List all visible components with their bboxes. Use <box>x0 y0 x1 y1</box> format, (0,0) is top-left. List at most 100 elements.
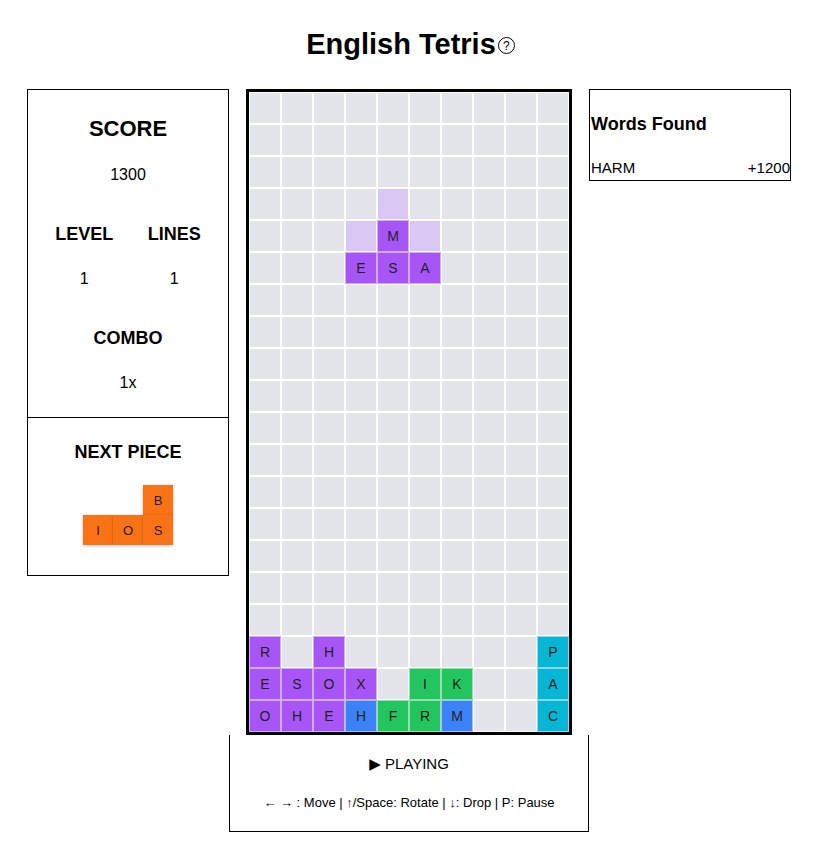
empty-cell <box>505 572 537 604</box>
game-board[interactable]: MESARHPESOXIKAOHEHFRMC <box>246 89 572 735</box>
empty-cell <box>409 476 441 508</box>
empty-cell <box>313 572 345 604</box>
empty-cell <box>505 92 537 124</box>
help-icon[interactable]: ? <box>498 37 515 54</box>
game-status[interactable]: ▶ PLAYING <box>230 755 588 773</box>
cell-letter: S <box>292 676 301 692</box>
empty-cell <box>249 572 281 604</box>
cell-letter: A <box>548 676 557 692</box>
empty-cell <box>409 156 441 188</box>
empty-cell <box>345 92 377 124</box>
empty-cell <box>441 220 473 252</box>
empty-cell <box>441 572 473 604</box>
level-stat: LEVEL 1 <box>55 224 113 288</box>
empty-cell <box>281 636 313 668</box>
empty-cell <box>249 348 281 380</box>
empty-cell <box>441 508 473 540</box>
empty-cell <box>345 156 377 188</box>
empty-cell <box>345 636 377 668</box>
empty-cell <box>505 508 537 540</box>
block-cell: S <box>377 252 409 284</box>
block-cell: X <box>345 668 377 700</box>
empty-cell <box>441 316 473 348</box>
cell-letter: A <box>420 260 429 276</box>
block-cell: P <box>537 636 569 668</box>
empty-cell <box>505 284 537 316</box>
board-column: MESARHPESOXIKAOHEHFRMC▶ PLAYING← → : Mov… <box>229 89 589 832</box>
empty-cell <box>473 636 505 668</box>
cell-letter: H <box>356 708 366 724</box>
empty-cell <box>537 348 569 380</box>
empty-cell <box>345 476 377 508</box>
combo-value: 1x <box>28 374 228 392</box>
empty-cell <box>537 220 569 252</box>
next-piece-cell: B <box>143 485 173 515</box>
empty-cell <box>249 508 281 540</box>
block-cell: F <box>377 700 409 732</box>
level-value: 1 <box>80 270 89 288</box>
empty-cell <box>409 540 441 572</box>
cell-letter: H <box>292 708 302 724</box>
ghost-cell <box>409 220 441 252</box>
empty-cell <box>473 572 505 604</box>
empty-cell <box>473 380 505 412</box>
cell-letter: H <box>324 644 334 660</box>
block-cell: H <box>313 636 345 668</box>
lines-stat: LINES1 <box>148 224 201 288</box>
empty-cell <box>345 348 377 380</box>
cell-letter: E <box>260 676 269 692</box>
cell-letter: X <box>356 676 365 692</box>
empty-cell <box>249 284 281 316</box>
next-piece-cell: O <box>113 515 143 545</box>
empty-cell <box>377 444 409 476</box>
empty-cell <box>505 220 537 252</box>
empty-cell <box>537 476 569 508</box>
empty-cell <box>505 316 537 348</box>
empty-cell <box>249 316 281 348</box>
empty-cell <box>441 540 473 572</box>
empty-cell <box>473 412 505 444</box>
empty-cell <box>409 508 441 540</box>
next-piece-cell: S <box>143 515 173 545</box>
empty-cell <box>313 316 345 348</box>
empty-cell <box>441 92 473 124</box>
empty-cell <box>409 92 441 124</box>
empty-cell <box>377 284 409 316</box>
page-title: English Tetris <box>306 28 496 61</box>
empty-cell <box>281 476 313 508</box>
empty-cell <box>377 604 409 636</box>
empty-cell <box>249 220 281 252</box>
empty-cell <box>441 156 473 188</box>
empty-cell <box>313 412 345 444</box>
empty-cell <box>441 252 473 284</box>
empty-cell <box>313 188 345 220</box>
block-cell: E <box>345 252 377 284</box>
empty-cell <box>505 476 537 508</box>
empty-cell <box>537 508 569 540</box>
block-cell: O <box>313 668 345 700</box>
empty-cell <box>505 188 537 220</box>
block-cell: A <box>537 668 569 700</box>
empty-cell <box>409 636 441 668</box>
empty-cell <box>505 156 537 188</box>
word-points: +1200 <box>748 159 790 176</box>
cell-letter: O <box>324 676 335 692</box>
score-value: 1300 <box>28 166 228 184</box>
empty-cell <box>537 156 569 188</box>
cell-letter: M <box>387 228 399 244</box>
cell-letter: K <box>452 676 461 692</box>
block-cell: M <box>441 700 473 732</box>
level-label: LEVEL <box>55 224 113 245</box>
empty-cell <box>377 508 409 540</box>
empty-cell <box>377 636 409 668</box>
empty-cell <box>345 284 377 316</box>
cell-letter: M <box>451 708 463 724</box>
empty-cell <box>313 604 345 636</box>
empty-cell <box>473 188 505 220</box>
empty-cell <box>313 540 345 572</box>
next-piece-preview: BIOS <box>28 485 228 545</box>
empty-cell <box>313 124 345 156</box>
block-cell: K <box>441 668 473 700</box>
controls-panel: ▶ PLAYING← → : Move | ↑/Space: Rotate | … <box>229 735 589 832</box>
empty-cell <box>505 444 537 476</box>
